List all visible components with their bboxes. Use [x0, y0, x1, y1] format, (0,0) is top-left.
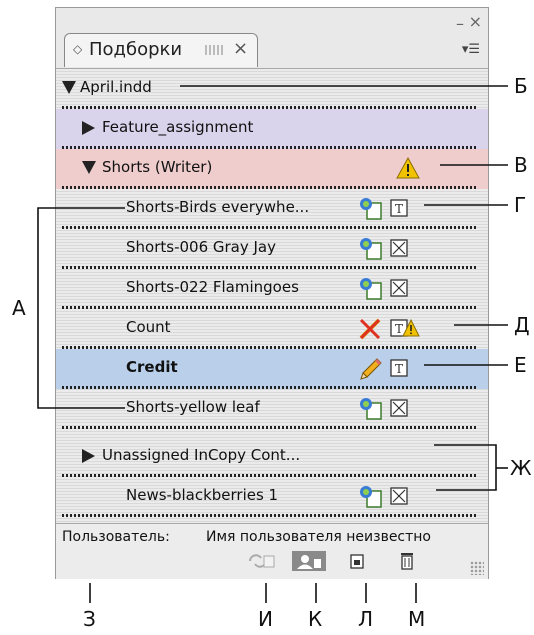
- callout-k: К: [308, 607, 323, 631]
- callout-zh: Ж: [510, 456, 532, 480]
- callout-v: В: [514, 153, 528, 177]
- callout-d: Д: [514, 313, 530, 337]
- callout-l: Л: [358, 607, 374, 631]
- callout-i: И: [258, 607, 273, 631]
- callout-g: Г: [514, 193, 527, 217]
- callout-z: З: [83, 607, 96, 631]
- callout-b: Б: [514, 74, 528, 98]
- callout-e: Е: [514, 353, 527, 377]
- callout-a: А: [12, 296, 26, 320]
- callout-m: М: [408, 607, 426, 631]
- callout-lines: [37, 85, 508, 603]
